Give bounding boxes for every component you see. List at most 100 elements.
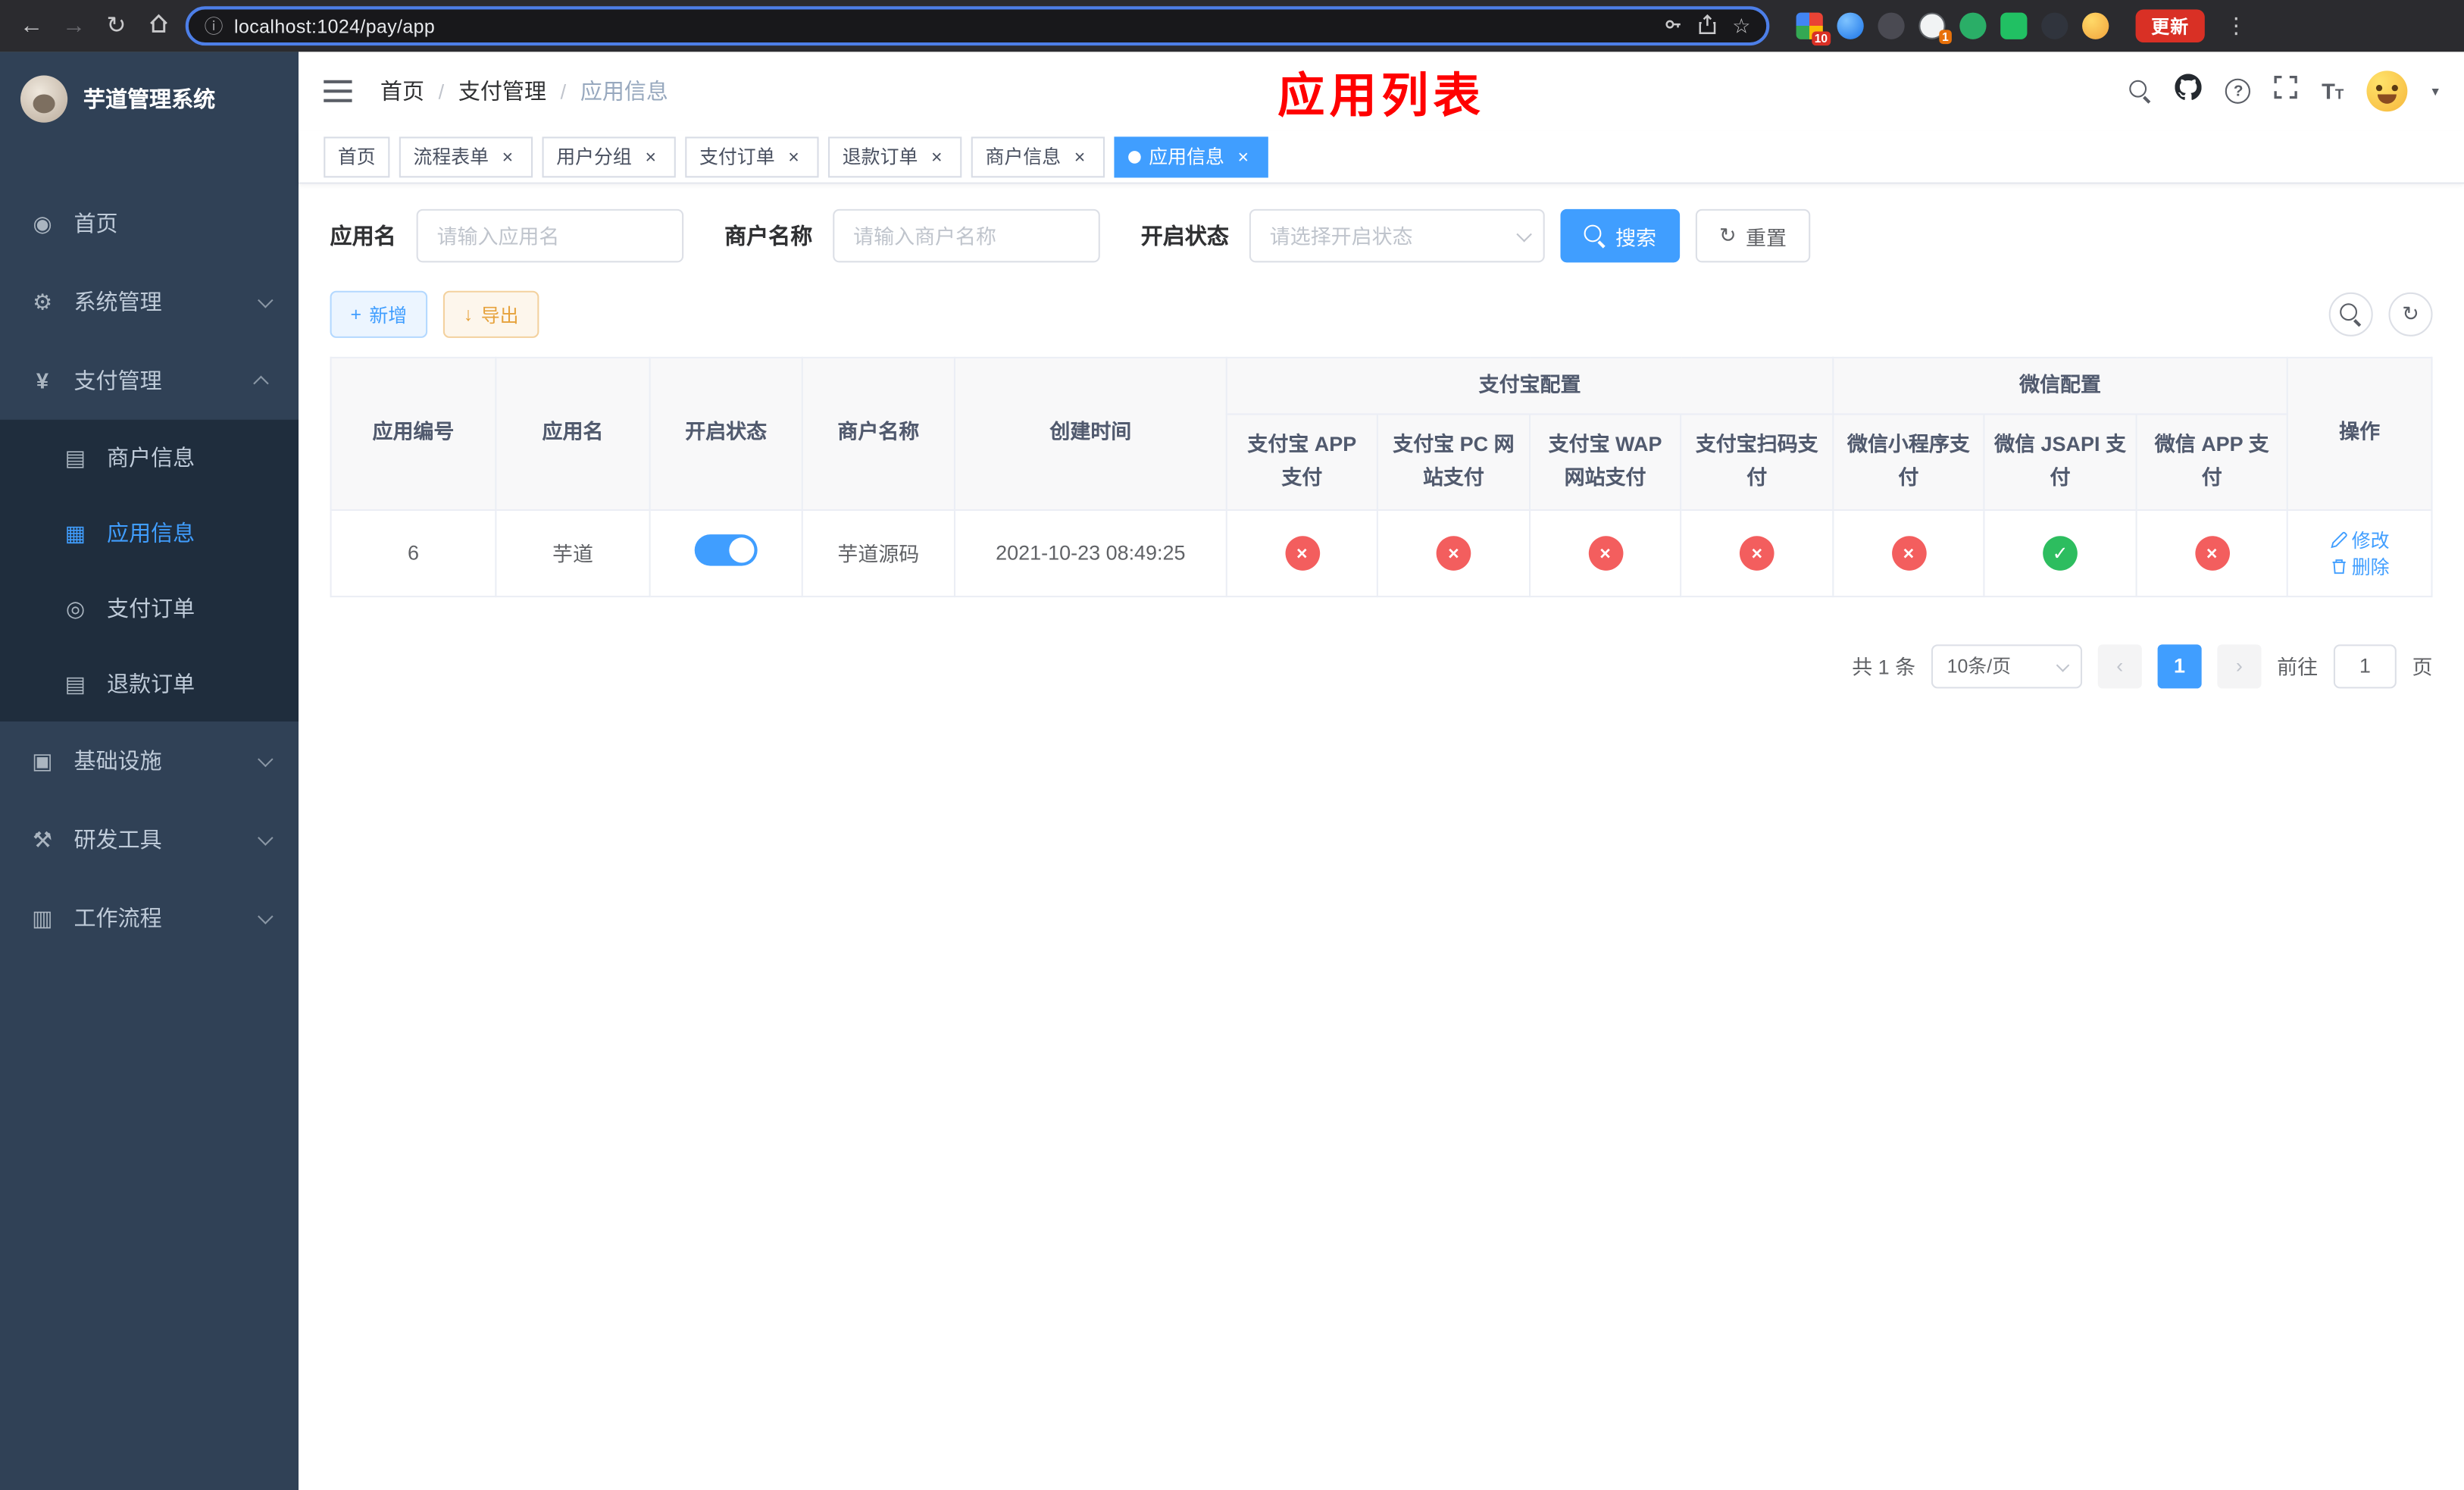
page-number-1[interactable]: 1 xyxy=(2157,643,2202,688)
close-icon[interactable]: × xyxy=(496,146,518,167)
help-icon[interactable]: ? xyxy=(2225,78,2251,104)
tab-pay-orders[interactable]: 支付订单 × xyxy=(685,136,819,177)
app-name-label: 应用名 xyxy=(330,223,396,249)
sidebar-item-refund-orders[interactable]: ▤ 退款订单 xyxy=(0,646,299,722)
order-icon: ◎ xyxy=(65,595,86,621)
sidebar: 芋道管理系统 ◉ 首页 ⚙ 系统管理 ¥ 支付管理 ▤ 商户信息 ▦ 应用信息 … xyxy=(0,52,299,1490)
back-icon[interactable]: ← xyxy=(16,14,47,38)
github-icon[interactable] xyxy=(2175,74,2203,108)
sidebar-item-label: 研发工具 xyxy=(73,826,162,853)
refresh-table-button[interactable]: ↻ xyxy=(2388,292,2433,337)
topbar: 首页 / 支付管理 / 应用信息 应用列表 ? TT ▾ xyxy=(299,52,2464,131)
merchant-name-input[interactable] xyxy=(833,208,1100,263)
forward-icon[interactable]: → xyxy=(58,14,89,38)
sidebar-item-home[interactable]: ◉ 首页 xyxy=(0,184,299,263)
status-toggle[interactable] xyxy=(694,534,758,566)
fullscreen-icon[interactable] xyxy=(2275,75,2298,107)
alipay-wap-status-icon: × xyxy=(1587,535,1623,571)
sidebar-item-infrastructure[interactable]: ▣ 基础设施 xyxy=(0,722,299,800)
pagination: 共 1 条 10条/页 ‹ 1 › 前往 页 xyxy=(330,643,2433,688)
extension-icon[interactable]: 1 xyxy=(1918,12,1952,45)
next-page-button[interactable]: › xyxy=(2217,643,2262,688)
chevron-up-icon xyxy=(253,374,269,391)
export-button[interactable]: ↓ 导出 xyxy=(442,290,539,338)
bookmark-star-icon[interactable]: ☆ xyxy=(1732,14,1750,39)
close-icon[interactable]: × xyxy=(1069,146,1091,167)
sidebar-item-dev-tools[interactable]: ⚒ 研发工具 xyxy=(0,800,299,879)
extension-icon[interactable] xyxy=(2041,12,2068,39)
sidebar-item-merchant-info[interactable]: ▤ 商户信息 xyxy=(0,420,299,496)
tab-merchant-info[interactable]: 商户信息 × xyxy=(971,136,1105,177)
sidebar-item-label: 商户信息 xyxy=(107,444,195,471)
sidebar-item-system[interactable]: ⚙ 系统管理 xyxy=(0,262,299,341)
close-icon[interactable]: × xyxy=(1232,146,1254,167)
tab-refund-orders[interactable]: 退款订单 × xyxy=(828,136,962,177)
col-actions: 操作 xyxy=(2286,356,2433,511)
sidebar-item-label: 系统管理 xyxy=(73,289,162,315)
filter-form: 应用名 商户名称 开启状态 搜索 ↻ xyxy=(330,208,2433,263)
password-key-icon[interactable] xyxy=(1663,14,1684,39)
tab-label: 退款订单 xyxy=(842,146,918,168)
reload-icon[interactable]: ↻ xyxy=(101,14,132,38)
active-dot xyxy=(1128,150,1141,163)
extension-icon[interactable]: 10 xyxy=(1796,12,1831,46)
extension-icon[interactable] xyxy=(1959,12,1987,39)
extension-icon[interactable] xyxy=(1837,12,1864,39)
user-dropdown-caret-icon[interactable]: ▾ xyxy=(2431,83,2438,100)
avatar[interactable] xyxy=(2367,70,2409,112)
browser-menu-icon[interactable]: ⋮ xyxy=(2225,13,2247,39)
app-name-input[interactable] xyxy=(416,208,684,263)
search-icon[interactable] xyxy=(2130,80,2152,102)
screen: ← → ↻ ⓘ localhost:1024/pay/app ☆ 10 1 更新… xyxy=(0,0,2464,1490)
breadcrumb-home[interactable]: 首页 xyxy=(380,76,424,107)
add-button-label: 新增 xyxy=(369,304,408,327)
sidebar-item-app-info[interactable]: ▦ 应用信息 xyxy=(0,495,299,571)
close-icon[interactable]: × xyxy=(783,146,805,167)
toggle-search-button[interactable] xyxy=(2328,292,2373,337)
goto-unit-label: 页 xyxy=(2412,656,2433,680)
tab-home[interactable]: 首页 xyxy=(324,136,390,177)
add-button[interactable]: + 新增 xyxy=(330,290,428,338)
tab-app-info-active[interactable]: 应用信息 × xyxy=(1114,136,1268,177)
goto-page-input[interactable] xyxy=(2333,643,2397,688)
sidebar-item-pay-orders[interactable]: ◎ 支付订单 xyxy=(0,571,299,646)
breadcrumb-payment[interactable]: 支付管理 xyxy=(458,76,546,107)
close-icon[interactable]: × xyxy=(639,146,661,167)
delete-link[interactable]: 删除 xyxy=(2330,552,2390,579)
extension-icon[interactable] xyxy=(2000,12,2028,39)
address-bar[interactable]: ⓘ localhost:1024/pay/app ☆ xyxy=(185,6,1770,46)
col-merchant: 商户名称 xyxy=(801,356,955,511)
sidebar-item-workflow[interactable]: ▥ 工作流程 xyxy=(0,878,299,957)
page-content: 应用名 商户名称 开启状态 搜索 ↻ xyxy=(299,184,2464,1490)
chrome-update-button[interactable]: 更新 xyxy=(2135,9,2205,42)
page-title: 应用列表 xyxy=(1277,70,1485,123)
edit-link[interactable]: 修改 xyxy=(2330,526,2390,552)
site-info-icon[interactable]: ⓘ xyxy=(205,13,224,39)
sidebar-item-payment[interactable]: ¥ 支付管理 xyxy=(0,341,299,420)
share-icon[interactable] xyxy=(1698,13,1718,39)
extension-badge: 10 xyxy=(1811,31,1831,46)
status-select[interactable] xyxy=(1249,208,1545,263)
reset-button-label: 重置 xyxy=(1746,225,1787,249)
font-size-icon[interactable]: TT xyxy=(2322,79,2344,104)
tab-process-form[interactable]: 流程表单 × xyxy=(399,136,533,177)
hamburger-icon[interactable] xyxy=(324,80,352,102)
extension-icon[interactable] xyxy=(1878,12,1905,39)
infrastructure-icon: ▣ xyxy=(32,747,53,773)
chevron-down-icon xyxy=(2056,658,2070,671)
table-row: 6 芋道 芋道源码 2021-10-23 08:49:25 × × × × × … xyxy=(330,509,2433,597)
tab-user-group[interactable]: 用户分组 × xyxy=(542,136,676,177)
search-button[interactable]: 搜索 xyxy=(1560,208,1681,263)
breadcrumb-separator: / xyxy=(438,79,445,103)
breadcrumb-separator: / xyxy=(560,79,567,103)
logo[interactable]: 芋道管理系统 xyxy=(0,52,299,146)
extension-icon[interactable] xyxy=(2082,12,2109,39)
home-icon[interactable] xyxy=(143,13,174,39)
page-size-select[interactable]: 10条/页 xyxy=(1931,643,2082,688)
dashboard-icon: ◉ xyxy=(33,209,52,236)
prev-page-button[interactable]: ‹ xyxy=(2097,643,2142,688)
wechat-app-status-icon: × xyxy=(2194,535,2230,571)
close-icon[interactable]: × xyxy=(926,146,948,167)
merchant-name-label: 商户名称 xyxy=(724,223,813,249)
reset-button[interactable]: ↻ 重置 xyxy=(1695,208,1811,263)
